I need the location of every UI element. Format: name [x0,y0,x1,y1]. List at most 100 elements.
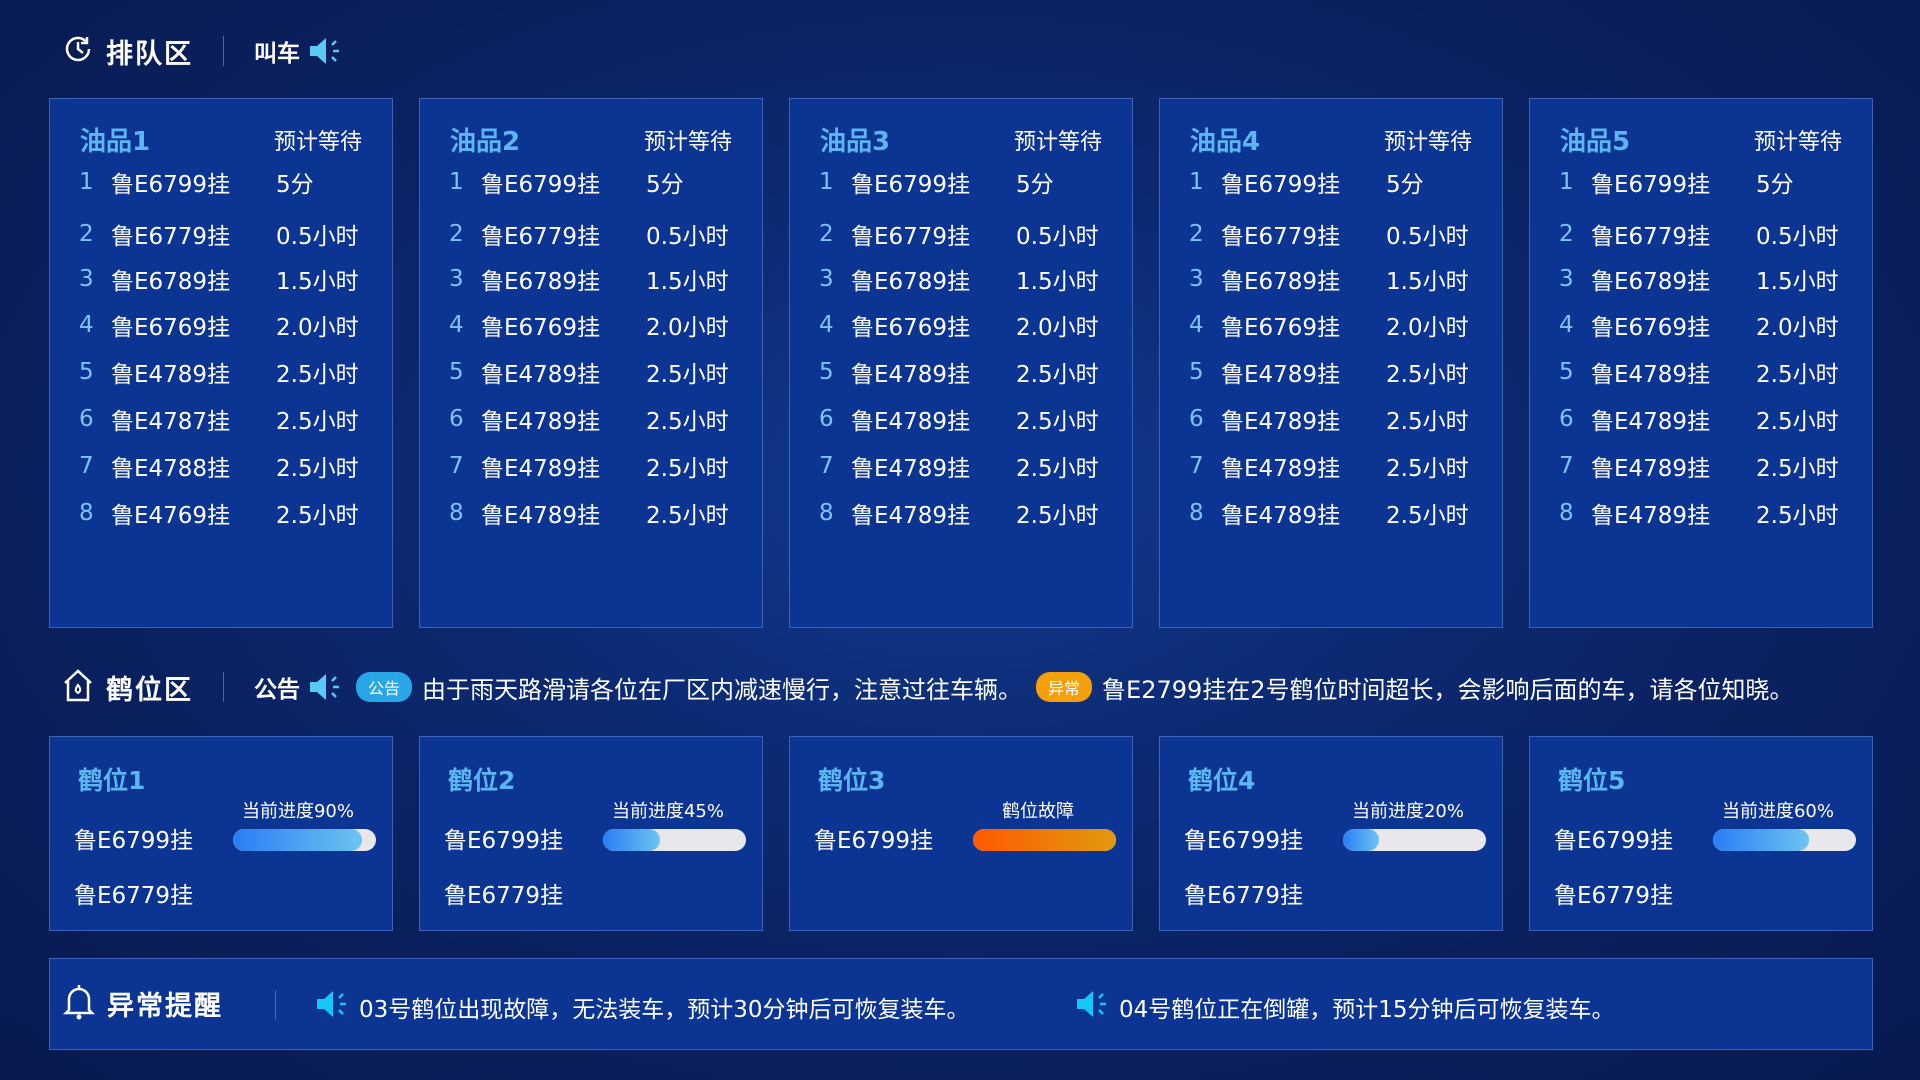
queue-row[interactable]: 5 鲁E4789挂 2.5小时 [819,355,1099,389]
queue-index: 5 [819,359,834,385]
queue-row[interactable]: 4 鲁E6769挂 2.0小时 [1559,308,1839,342]
wait-time: 2.0小时 [646,315,729,341]
plate-number: 鲁E6799挂 [481,172,601,198]
speaker-icon[interactable] [308,36,342,66]
alarm-title: 异常提醒 [107,990,223,1022]
wait-time: 2.5小时 [1756,503,1839,529]
queue-row[interactable]: 4 鲁E6769挂 2.0小时 [79,308,359,342]
wait-time: 2.0小时 [1386,315,1469,341]
notice-text: 由于雨天路滑请各位在厂区内减速慢行，注意过往车辆。 [422,675,1023,704]
plate-number: 鲁E6779挂 [851,224,971,250]
queue-row[interactable]: 2 鲁E6779挂 0.5小时 [1189,217,1469,251]
wait-time: 0.5小时 [1016,224,1099,250]
alert-text: 鲁E2799挂在2号鹤位时间超长，会影响后面的车，请各位知晓。 [1102,675,1794,704]
queue-row[interactable]: 8 鲁E4789挂 2.5小时 [449,496,729,530]
wait-header: 预计等待 [273,129,362,155]
queue-row[interactable]: 3 鲁E6789挂 1.5小时 [1559,262,1839,296]
crane-status: 当前进度45% [611,801,724,822]
queue-row[interactable]: 8 鲁E4789挂 2.5小时 [819,496,1099,530]
wait-time: 2.5小时 [1386,456,1469,482]
plate-number: 鲁E6779挂 [444,883,564,909]
queue-row[interactable]: 5 鲁E4789挂 2.5小时 [449,355,729,389]
queue-index: 7 [449,453,464,479]
queue-index: 5 [1189,359,1204,385]
progress-bar [603,829,746,851]
queue-index: 8 [79,500,94,526]
queue-row[interactable]: 8 鲁E4789挂 2.5小时 [1559,496,1839,530]
crane-name: 鹤位4 [1188,766,1256,795]
queue-row[interactable]: 4 鲁E6769挂 2.0小时 [449,308,729,342]
queue-row[interactable]: 5 鲁E4789挂 2.5小时 [1559,355,1839,389]
wait-time: 2.5小时 [646,503,729,529]
queue-row[interactable]: 3 鲁E6789挂 1.5小时 [449,262,729,296]
plate-number: 鲁E4789挂 [1221,456,1341,482]
wait-time: 2.5小时 [1016,456,1099,482]
queue-row[interactable]: 1 鲁E6799挂 5分 [1559,165,1794,199]
plate-number: 鲁E6789挂 [481,269,601,295]
queue-index: 5 [1559,359,1574,385]
progress-bar [233,829,376,851]
alarm-panel: 异常提醒 03号鹤位出现故障，无法装车，预计30分钟后可恢复装车。 04号鹤位正… [49,958,1873,1050]
speaker-icon[interactable] [308,672,342,702]
queue-row[interactable]: 3 鲁E6789挂 1.5小时 [819,262,1099,296]
queue-row[interactable]: 1 鲁E6799挂 5分 [1189,165,1424,199]
wait-time: 2.5小时 [646,456,729,482]
queue-row[interactable]: 6 鲁E4787挂 2.5小时 [79,402,359,436]
progress-bar [1343,829,1486,851]
crane-card: 鹤位1 当前进度90% 鲁E6799挂 鲁E6779挂 [49,736,393,931]
queue-row[interactable]: 7 鲁E4789挂 2.5小时 [1189,449,1469,483]
plate-number: 鲁E6779挂 [1554,883,1674,909]
queue-row[interactable]: 7 鲁E4789挂 2.5小时 [819,449,1099,483]
queue-row[interactable]: 1 鲁E6799挂 5分 [79,165,314,199]
queue-row[interactable]: 3 鲁E6789挂 1.5小时 [1189,262,1469,296]
queue-row[interactable]: 6 鲁E4789挂 2.5小时 [819,402,1099,436]
plate-number: 鲁E6799挂 [111,172,231,198]
queue-index: 6 [79,406,94,432]
clock-icon [62,33,94,69]
queue-row[interactable]: 6 鲁E4789挂 2.5小时 [449,402,729,436]
queue-row[interactable]: 7 鲁E4788挂 2.5小时 [79,449,359,483]
alert-badge: 异常 [1036,672,1093,702]
progress-bar [1713,829,1856,851]
queue-index: 3 [449,266,464,292]
queue-row[interactable]: 8 鲁E4789挂 2.5小时 [1189,496,1469,530]
wait-time: 2.0小时 [1016,315,1099,341]
queue-index: 7 [1189,453,1204,479]
queue-row[interactable]: 2 鲁E6779挂 0.5小时 [819,217,1099,251]
wait-time: 2.0小时 [1756,315,1839,341]
queue-row[interactable]: 4 鲁E6769挂 2.0小时 [819,308,1099,342]
queue-row[interactable]: 2 鲁E6779挂 0.5小时 [1559,217,1839,251]
plate-number: 鲁E4789挂 [481,362,601,388]
queue-row[interactable]: 4 鲁E6769挂 2.0小时 [1189,308,1469,342]
queue-row[interactable]: 2 鲁E6779挂 0.5小时 [449,217,729,251]
queue-row[interactable]: 6 鲁E4789挂 2.5小时 [1189,402,1469,436]
queue-row[interactable]: 1 鲁E6799挂 5分 [449,165,684,199]
wait-time: 5分 [1016,172,1054,198]
queue-index: 3 [819,266,834,292]
queue-row[interactable]: 1 鲁E6799挂 5分 [819,165,1054,199]
wait-time: 1.5小时 [1756,269,1839,295]
crane-card: 鹤位5 当前进度60% 鲁E6799挂 鲁E6779挂 [1529,736,1873,931]
queue-row[interactable]: 8 鲁E4769挂 2.5小时 [79,496,359,530]
crane-name: 鹤位1 [78,766,146,795]
queue-row[interactable]: 6 鲁E4789挂 2.5小时 [1559,402,1839,436]
plate-number: 鲁E4789挂 [1591,362,1711,388]
speaker-icon [315,989,349,1025]
queue-row[interactable]: 5 鲁E4789挂 2.5小时 [79,355,359,389]
crane-name: 鹤位3 [818,766,886,795]
queue-row[interactable]: 7 鲁E4789挂 2.5小时 [449,449,729,483]
queue-index: 3 [79,266,94,292]
queue-card-header: 油品2 预计等待 [450,121,732,158]
queue-row[interactable]: 5 鲁E4789挂 2.5小时 [1189,355,1469,389]
wait-time: 2.5小时 [1016,362,1099,388]
queue-index: 8 [819,500,834,526]
queue-row[interactable]: 2 鲁E6779挂 0.5小时 [79,217,359,251]
crane-card: 鹤位4 当前进度20% 鲁E6799挂 鲁E6779挂 [1159,736,1503,931]
queue-row[interactable]: 7 鲁E4789挂 2.5小时 [1559,449,1839,483]
wait-time: 1.5小时 [1386,269,1469,295]
queue-card: 油品4 预计等待 1 鲁E6799挂 5分 2 鲁E6779挂 0.5小时 3 鲁E6789挂 1.… [1159,98,1503,628]
queue-card: 油品1 预计等待 1 鲁E6799挂 5分 2 鲁E6779挂 0.5小时 3 鲁E6789挂 1.… [49,98,393,628]
alarm-message: 04号鹤位正在倒罐，预计15分钟后可恢复装车。 [1075,989,1615,1025]
queue-row[interactable]: 3 鲁E6789挂 1.5小时 [79,262,359,296]
wait-time: 2.5小时 [276,456,359,482]
